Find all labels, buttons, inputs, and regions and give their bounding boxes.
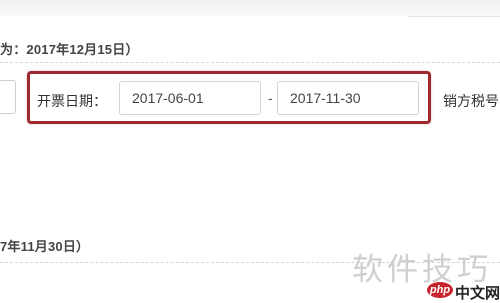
previous-field-input[interactable] (0, 80, 16, 114)
end-date-input[interactable] (277, 81, 419, 115)
invoice-date-label: 开票日期： (37, 93, 107, 109)
top-divider (408, 16, 500, 17)
top-strip (0, 0, 500, 16)
php-logo-badge: php (427, 282, 453, 298)
start-date-input[interactable] (119, 81, 261, 115)
section-note-bottom: 7年11月30日） (0, 239, 90, 254)
seller-tax-id-label: 销方税号 (443, 93, 499, 109)
section-note-top: 为：2017年12月15日） (0, 42, 139, 57)
date-range-separator: - (268, 90, 273, 106)
dashed-divider (0, 62, 500, 63)
